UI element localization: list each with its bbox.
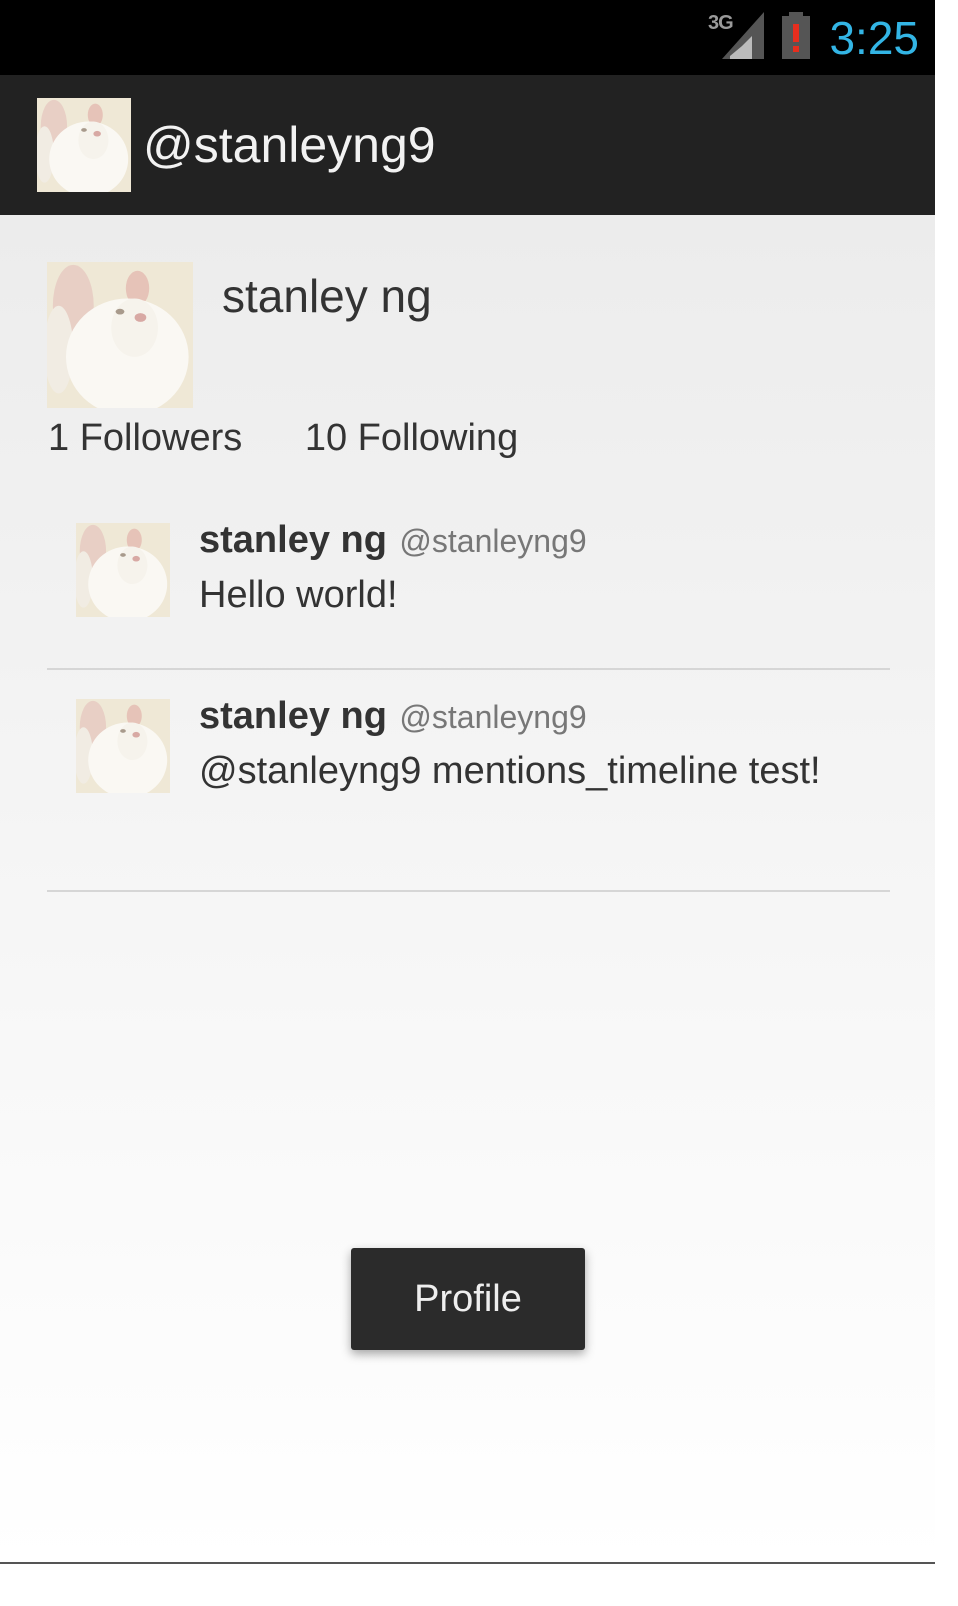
screen-bottom-edge [0,1562,935,1564]
tweet-author-handle: @stanleyng9 [399,699,587,735]
profile-name: stanley ng [222,270,432,322]
action-bar: @stanleyng9 [0,75,935,215]
rabbit-avatar-icon [47,262,193,408]
tweet-avatar[interactable] [76,699,170,793]
signal-icon [722,12,764,59]
rabbit-avatar-icon [76,523,170,617]
tweet-list-item[interactable]: stanley ng @stanleyng9 Hello world! [47,507,890,670]
tweet-author-handle: @stanleyng9 [399,523,587,559]
rabbit-avatar-icon [76,699,170,793]
tweet-text: Hello world! [199,574,398,616]
tweet-list-item[interactable]: stanley ng @stanleyng9 @stanleyng9 menti… [47,683,890,892]
screen: 3G 3:25 @stanleyng9 stanley ng 1 Followe… [0,0,935,1564]
followers-count[interactable]: 1 Followers [48,413,242,463]
clock: 3:25 [829,12,919,64]
app-icon-avatar[interactable] [37,98,131,192]
battery-alert-icon [782,12,810,59]
toast-message: Profile [351,1248,585,1350]
action-bar-title: @stanleyng9 [143,117,436,173]
tweet-avatar[interactable] [76,523,170,617]
tweet-header: stanley ng @stanleyng9 [199,695,587,738]
tweet-text: @stanleyng9 mentions_timeline test! [199,750,821,792]
tweet-author-name: stanley ng [199,695,387,737]
tweet-header: stanley ng @stanleyng9 [199,519,587,562]
status-bar: 3G 3:25 [0,0,935,75]
rabbit-avatar-icon [37,98,131,192]
tweet-author-name: stanley ng [199,519,387,561]
profile-avatar[interactable] [47,262,193,408]
following-count[interactable]: 10 Following [305,413,518,463]
profile-stats: 1 Followers 10 Following [48,413,518,463]
